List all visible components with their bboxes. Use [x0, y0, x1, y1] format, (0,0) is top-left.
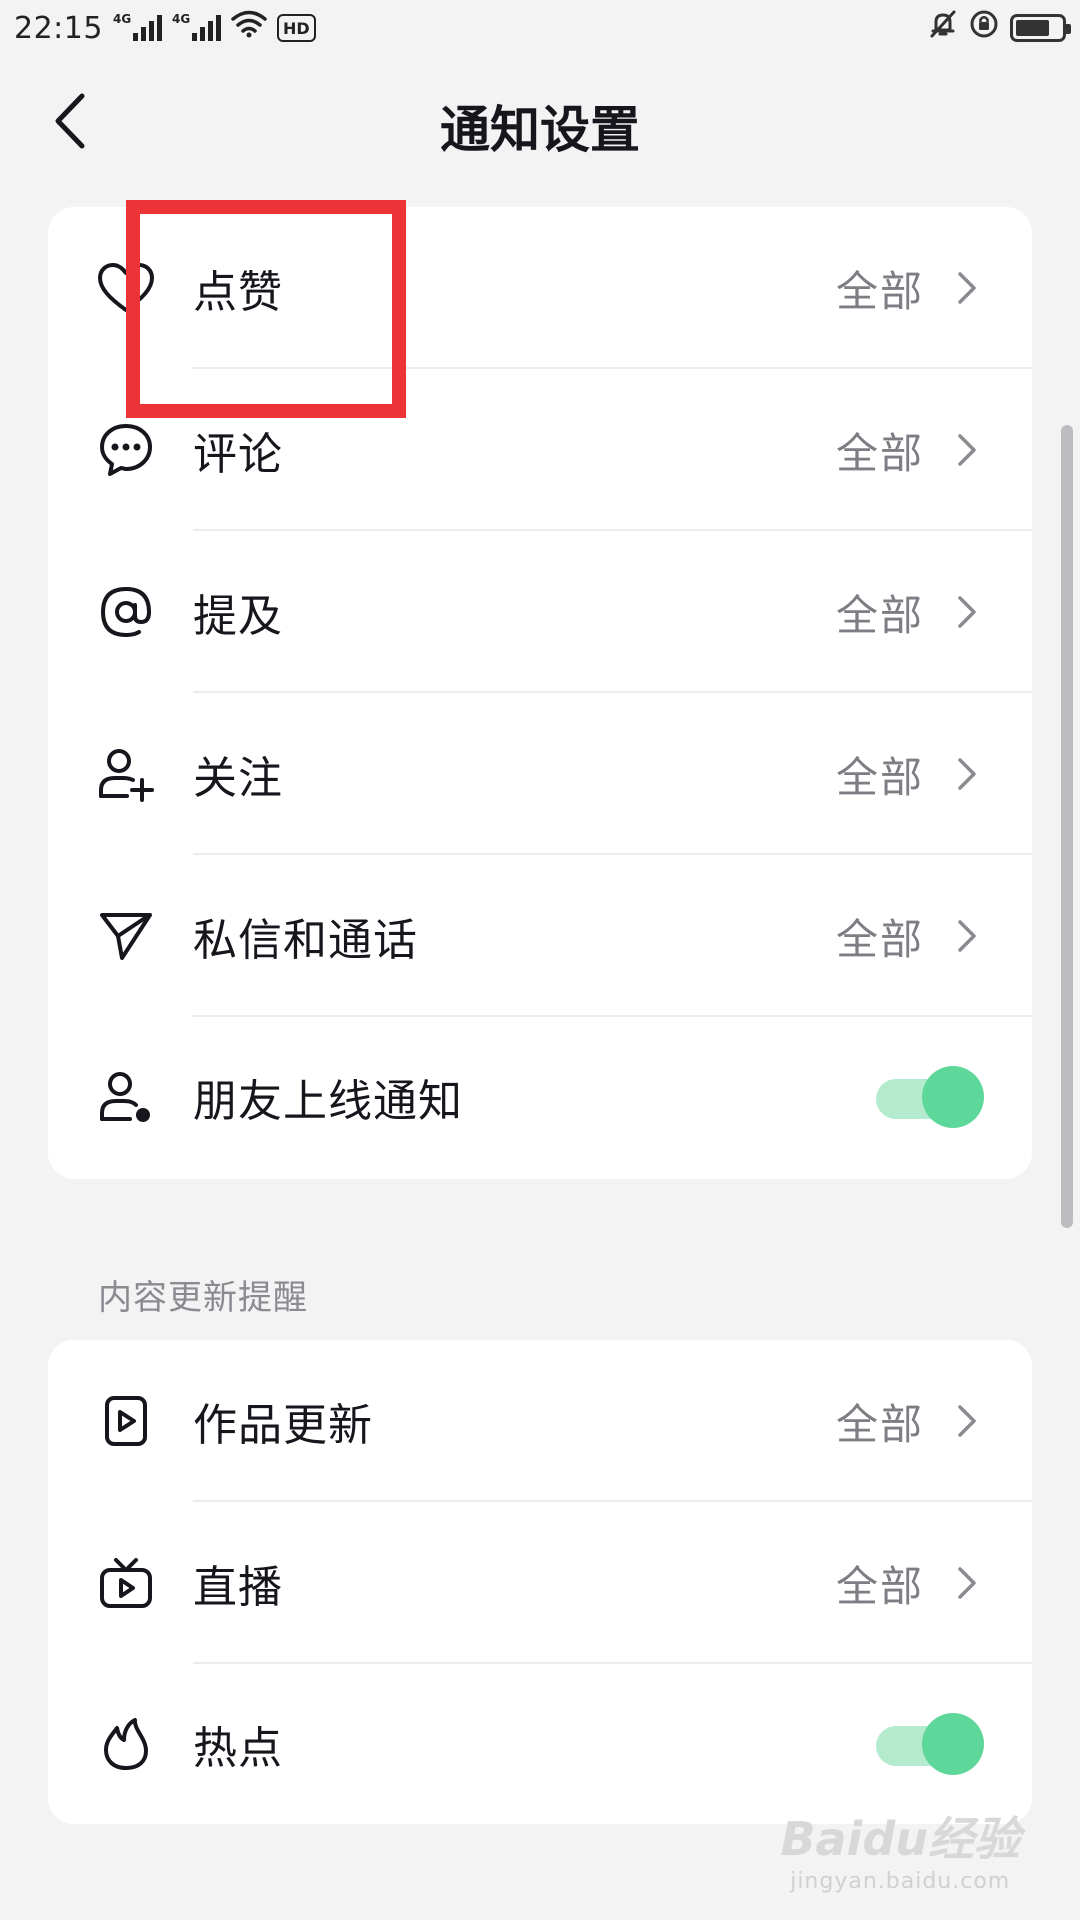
chevron-right-icon — [958, 1567, 976, 1599]
row-label: 评论 — [193, 429, 283, 480]
settings-row-follow[interactable]: 关注 全部 — [48, 693, 1032, 855]
at-icon — [96, 582, 156, 642]
status-time: 22:15 — [14, 10, 103, 46]
header: 通知设置 — [0, 56, 1080, 186]
lock-rotation-icon — [968, 8, 1000, 48]
watermark-logo: Baidu经验 — [780, 1812, 1020, 1866]
settings-row-live[interactable]: 直播 全部 — [48, 1502, 1032, 1664]
row-label: 朋友上线通知 — [193, 1076, 463, 1127]
signal-icon: 4G — [112, 12, 162, 41]
hd-icon: HD — [276, 14, 316, 42]
settings-row-messages[interactable]: 私信和通话 全部 — [48, 855, 1032, 1017]
row-value: 全部 — [835, 914, 924, 964]
chevron-right-icon — [958, 758, 976, 790]
row-label: 热点 — [193, 1723, 283, 1774]
video-icon — [96, 1391, 156, 1451]
status-bar-right — [928, 8, 1071, 48]
mute-icon — [928, 9, 958, 47]
settings-row-mentions[interactable]: 提及 全部 — [48, 531, 1032, 693]
comment-icon — [96, 420, 156, 480]
content-updates-card: 作品更新 全部 直播 全部 热点 — [48, 1340, 1032, 1824]
network-type-1: 4G — [112, 12, 132, 26]
row-label: 作品更新 — [193, 1400, 373, 1451]
signal-icon-2: 4G — [171, 12, 221, 41]
chevron-right-icon — [958, 434, 976, 466]
highlight-annotation-box — [126, 200, 406, 418]
battery-icon — [1010, 14, 1071, 42]
send-icon — [96, 906, 156, 966]
toggle-knob — [922, 1713, 984, 1775]
settings-row-works-update[interactable]: 作品更新 全部 — [48, 1340, 1032, 1502]
settings-row-friend-online: 朋友上线通知 — [48, 1017, 1032, 1177]
tv-live-icon — [96, 1553, 156, 1613]
scrollbar[interactable] — [1061, 425, 1073, 1228]
trending-toggle[interactable] — [876, 1713, 984, 1775]
row-label: 关注 — [193, 753, 283, 804]
follow-user-icon — [96, 744, 156, 804]
wifi-icon — [231, 10, 267, 46]
user-online-icon — [96, 1067, 156, 1127]
row-value: 全部 — [835, 590, 924, 640]
baidu-watermark: Baidu经验 jingyan.baidu.com — [780, 1803, 1020, 1894]
flame-icon — [96, 1714, 156, 1774]
row-value: 全部 — [835, 428, 924, 478]
chevron-right-icon — [958, 272, 976, 304]
row-label: 直播 — [193, 1562, 283, 1613]
toggle-knob — [922, 1066, 984, 1128]
row-value: 全部 — [835, 1399, 924, 1449]
chevron-right-icon — [958, 1405, 976, 1437]
row-label: 提及 — [193, 591, 283, 642]
row-value: 全部 — [835, 266, 924, 316]
chevron-right-icon — [958, 596, 976, 628]
network-type-2: 4G — [171, 12, 191, 26]
status-bar-left: 22:15 4G 4G HD — [14, 10, 316, 46]
friend-online-toggle[interactable] — [876, 1066, 984, 1128]
row-value: 全部 — [835, 1561, 924, 1611]
page-title: 通知设置 — [440, 101, 640, 159]
section-title-content-updates: 内容更新提醒 — [98, 1278, 308, 1318]
row-value: 全部 — [835, 752, 924, 802]
settings-row-trending: 热点 — [48, 1664, 1032, 1824]
status-bar: 22:15 4G 4G HD — [0, 0, 1080, 56]
watermark-url: jingyan.baidu.com — [790, 1869, 1011, 1894]
chevron-right-icon — [958, 920, 976, 952]
row-label: 私信和通话 — [193, 915, 418, 966]
